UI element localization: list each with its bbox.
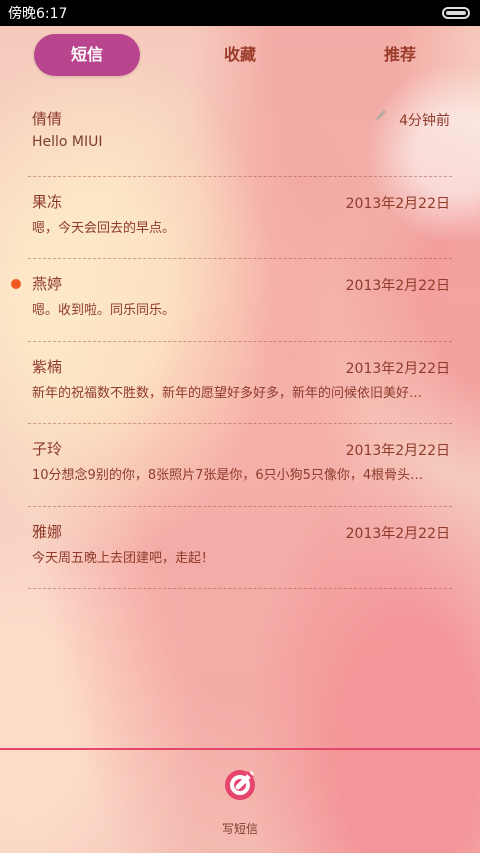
conversation-row[interactable]: 果冻 2013年2月22日 嗯，今天会回去的早点。 — [28, 177, 452, 259]
compose-icon — [225, 770, 255, 800]
message-time: 2013年2月22日 — [345, 443, 450, 459]
message-time: 4分钟前 — [399, 113, 450, 129]
message-preview: Hello MIUI — [32, 134, 103, 150]
contact-name: 倩倩 — [32, 110, 63, 128]
conversation-row[interactable]: 子玲 2013年2月22日 10分想念9别的你，8张照片7张是你，6只小狗5只像… — [28, 424, 452, 507]
message-time: 2013年2月22日 — [345, 278, 450, 294]
tab-favorites[interactable]: 收藏 — [188, 34, 292, 76]
message-preview: 嗯，今天会回去的早点。 — [32, 220, 176, 236]
conversation-row[interactable]: 燕婷 2013年2月22日 嗯。收到啦。同乐同乐。 — [11, 259, 452, 342]
contact-name: 雅娜 — [32, 522, 63, 541]
unread-dot-icon — [11, 279, 21, 289]
tab-recommended[interactable]: 推荐 — [348, 34, 452, 76]
status-time: 傍晚6:17 — [8, 6, 68, 22]
conversation-row[interactable]: 紫楠 2013年2月22日 新年的祝福数不胜数，新年的愿望好多好多，新年的问候依… — [28, 342, 452, 424]
contact-name: 果冻 — [32, 192, 63, 211]
draft-pencil-icon — [376, 110, 386, 120]
message-preview: 今天周五晚上去团建吧，走起！ — [32, 550, 215, 566]
conversation-list: 倩倩 4分钟前 Hello MIUI 果冻 2013年2月22日 嗯，今天会回去… — [0, 94, 480, 589]
contact-name: 紫楠 — [32, 357, 63, 376]
contact-name: 子玲 — [32, 440, 63, 458]
conversation-row[interactable]: 雅娜 2013年2月22日 今天周五晚上去团建吧，走起！ — [28, 507, 452, 589]
tab-bar: 短信 收藏 推荐 — [0, 34, 480, 78]
tab-sms[interactable]: 短信 — [34, 34, 140, 76]
compose-button[interactable]: 写短信 — [200, 768, 280, 848]
message-preview: 嗯。收到啦。同乐同乐。 — [32, 303, 176, 318]
message-preview: 新年的祝福数不胜数，新年的愿望好多好多，新年的问候依旧美好… — [32, 385, 423, 401]
bottom-action-bar: 写短信 — [0, 748, 480, 853]
status-bar: 傍晚6:17 — [0, 0, 480, 26]
contact-name: 燕婷 — [32, 275, 63, 293]
conversation-row[interactable]: 倩倩 4分钟前 Hello MIUI — [28, 94, 452, 177]
compose-label: 写短信 — [221, 822, 258, 836]
battery-icon — [442, 7, 470, 19]
message-time: 2013年2月22日 — [345, 525, 450, 542]
message-preview: 10分想念9别的你，8张照片7张是你，6只小狗5只像你，4根骨头… — [32, 468, 424, 483]
message-time: 2013年2月22日 — [345, 195, 450, 212]
message-time: 2013年2月22日 — [345, 360, 450, 377]
